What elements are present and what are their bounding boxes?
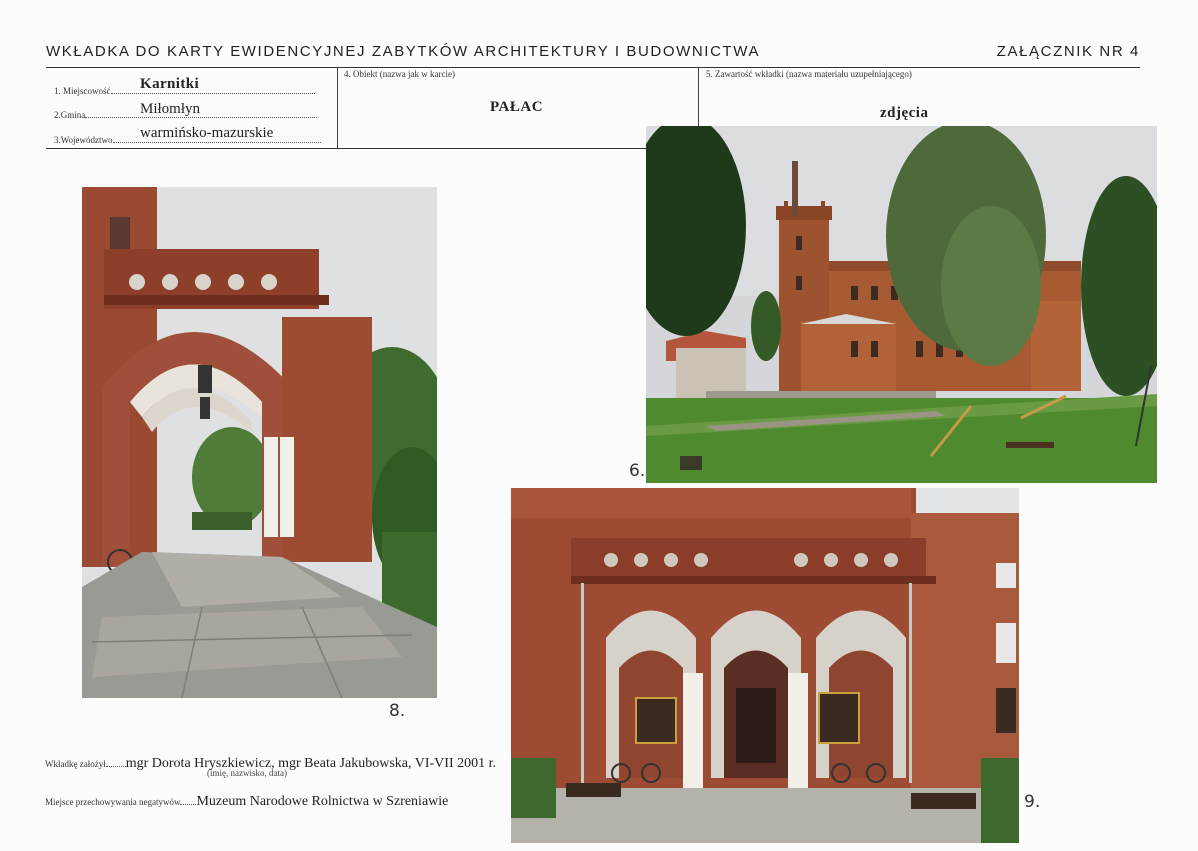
photo-palace-view [646,126,1157,483]
storage-line: Miejsce przechowywania negatywów Muzeum N… [45,794,448,810]
commune-label: 2.Gmina [54,110,86,120]
storage-value: Muzeum Narodowe Rolnictwa w Szreniawie [196,794,449,809]
authors-hint: (imię, nazwisko, data) [207,768,287,778]
province-label: 3.Województwo [54,135,113,145]
document-title: WKŁADKA DO KARTY EWIDENCYJNEJ ZABYTKÓW A… [46,43,761,60]
top-rule [46,67,1140,68]
photo-8-number: 8. [389,701,406,721]
object-label: 4. Obiekt (nazwa jak w karcie) [344,69,455,79]
storage-label: Miejsce przechowywania negatywów [45,797,181,807]
form-bottom-rule [46,148,646,149]
authors-label: Wkładkę założył [45,759,106,769]
photo-9-number: 9. [1024,792,1041,812]
photo-6-number: 6. [629,461,646,481]
annex-number: ZAŁĄCZNIK NR 4 [996,43,1140,60]
place-label: 1. Miejscowość [54,86,111,96]
place-value: Karnitki [140,76,200,92]
object-value: PAŁAC [490,99,544,115]
province-dots [112,142,321,143]
column-divider-2 [698,67,699,127]
place-dots [110,93,315,94]
authors-value: mgr Dorota Hryszkiewicz, mgr Beata Jakub… [125,756,496,771]
photo-palace-entrance [511,488,1019,843]
content-value: zdjęcia [880,105,929,121]
column-divider-1 [337,67,338,148]
commune-value: Miłomłyn [140,101,201,117]
photo-arcade-passage [82,187,437,698]
content-label: 5. Zawartość wkładki (nazwa materiału uz… [706,69,912,79]
document-sheet: WKŁADKA DO KARTY EWIDENCYJNEJ ZABYTKÓW A… [0,0,1198,851]
province-value: warmińsko-mazurskie [140,125,274,141]
commune-dots [85,117,318,118]
